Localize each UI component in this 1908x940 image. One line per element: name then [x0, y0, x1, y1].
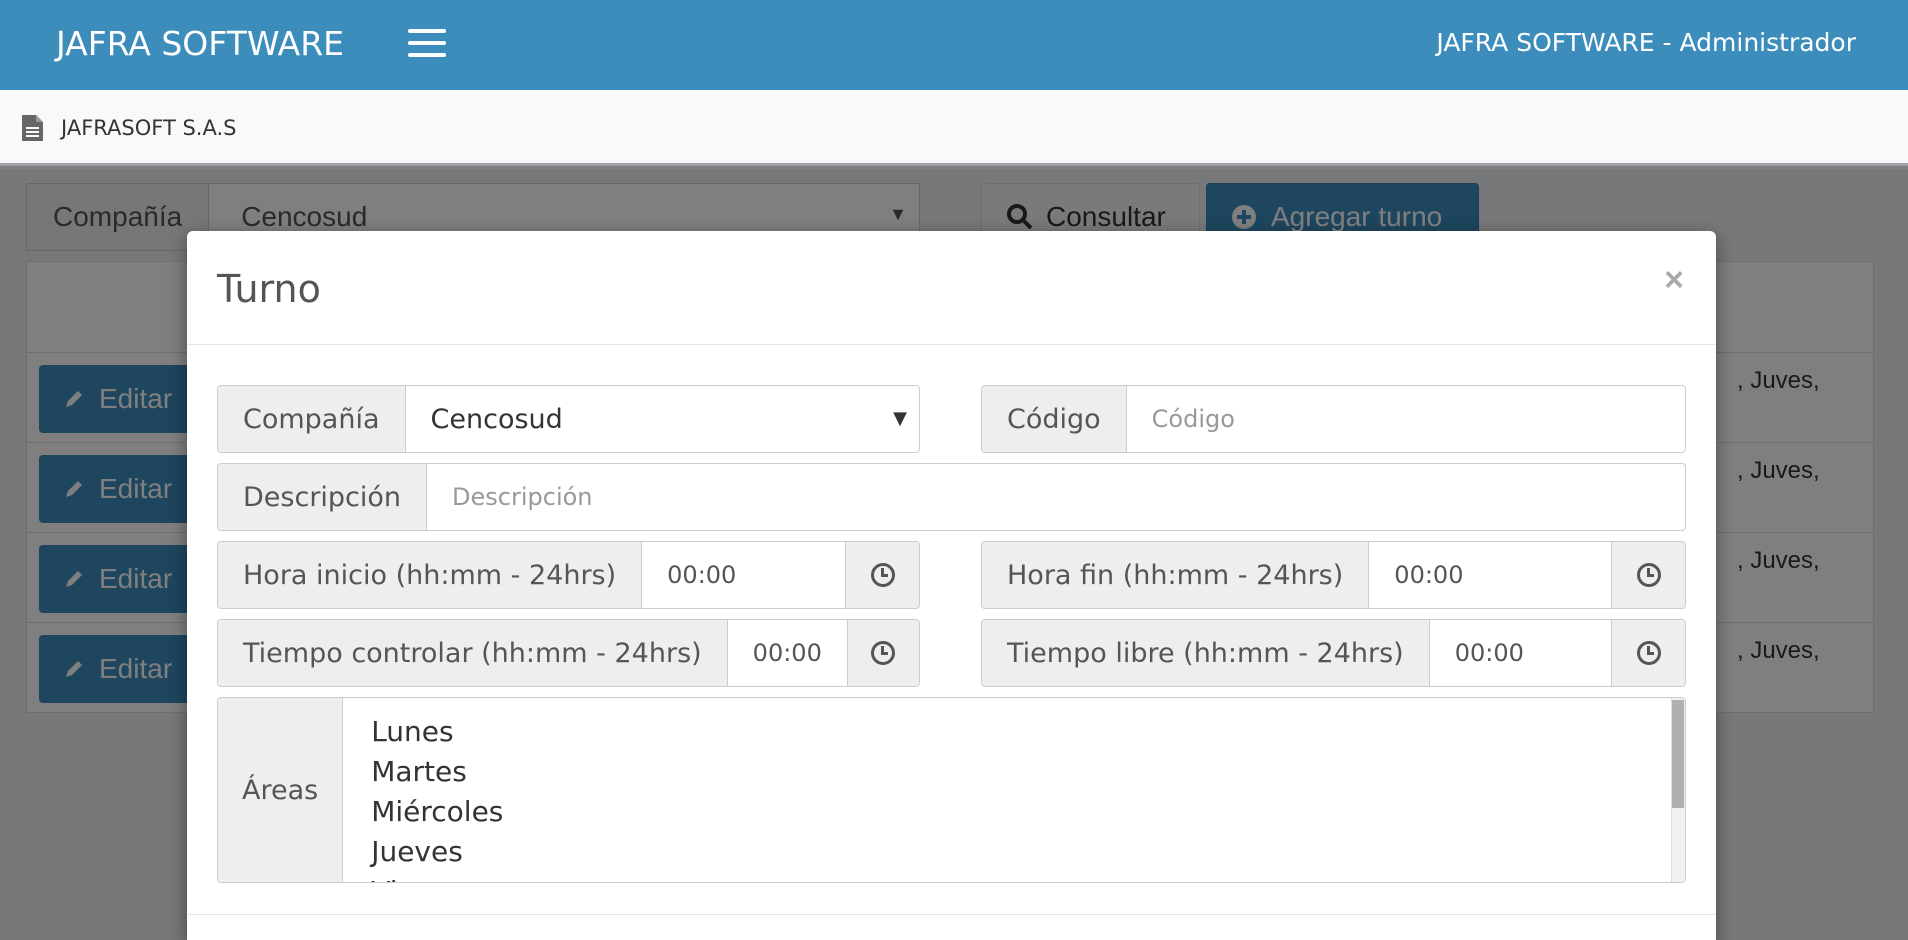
free-time-picker-button[interactable]	[1611, 620, 1685, 686]
clock-icon	[1636, 641, 1661, 665]
company-select-value: Cencosud	[430, 403, 563, 435]
company-name: JAFRASOFT S.A.S	[61, 116, 237, 140]
hamburger-menu-icon[interactable]	[408, 29, 446, 59]
list-item[interactable]: Lunes	[371, 712, 1657, 752]
company-label: Compañía	[218, 386, 406, 452]
chevron-down-icon: ▼	[893, 408, 907, 429]
control-time-input-group: Tiempo controlar (hh:mm - 24hrs) 00:00	[217, 619, 920, 687]
start-time-picker-button[interactable]	[845, 542, 919, 608]
list-item[interactable]: Jueves	[371, 832, 1657, 872]
start-time-input[interactable]: 00:00	[642, 542, 845, 608]
modal-header: Turno ×	[187, 231, 1716, 345]
document-icon	[22, 115, 43, 141]
free-time-input-group: Tiempo libre (hh:mm - 24hrs) 00:00	[981, 619, 1686, 687]
clock-icon	[871, 641, 896, 665]
company-bar: JAFRASOFT S.A.S	[0, 90, 1908, 166]
brand-logo[interactable]: JAFRA SOFTWARE	[56, 24, 344, 63]
areas-label: Áreas	[218, 698, 344, 882]
control-time-input[interactable]: 00:00	[728, 620, 847, 686]
free-time-label: Tiempo libre (hh:mm - 24hrs)	[982, 620, 1430, 686]
areas-input-group: Áreas Lunes Martes Miércoles Jueves Vi..…	[217, 697, 1686, 883]
control-time-label: Tiempo controlar (hh:mm - 24hrs)	[218, 620, 728, 686]
code-input-group: Código Código	[981, 385, 1686, 453]
description-input-group: Descripción Descripción	[217, 463, 1686, 531]
company-select[interactable]: Cencosud ▼	[406, 386, 919, 452]
areas-multiselect[interactable]: Lunes Martes Miércoles Jueves Vi...	[343, 698, 1685, 882]
top-navbar: JAFRA SOFTWARE JAFRA SOFTWARE - Administ…	[0, 0, 1908, 90]
user-info[interactable]: JAFRA SOFTWARE - Administrador	[1436, 28, 1856, 57]
end-time-input-group: Hora fin (hh:mm - 24hrs) 00:00	[981, 541, 1686, 609]
list-item[interactable]: Miércoles	[371, 792, 1657, 832]
company-input-group: Compañía Cencosud ▼	[217, 385, 920, 453]
description-input[interactable]: Descripción	[427, 464, 1685, 530]
code-input[interactable]: Código	[1127, 386, 1685, 452]
scroll-thumb[interactable]	[1672, 700, 1684, 808]
clock-icon	[870, 563, 895, 587]
start-time-label: Hora inicio (hh:mm - 24hrs)	[218, 542, 643, 608]
shift-modal: Turno × Compañía Cencosud ▼ Código Códig…	[187, 231, 1716, 940]
close-icon[interactable]: ×	[1664, 261, 1684, 300]
clock-icon	[1636, 563, 1661, 587]
description-label: Descripción	[218, 464, 428, 530]
end-time-picker-button[interactable]	[1611, 542, 1685, 608]
end-time-input[interactable]: 00:00	[1369, 542, 1611, 608]
start-time-input-group: Hora inicio (hh:mm - 24hrs) 00:00	[217, 541, 920, 609]
modal-title: Turno	[217, 267, 321, 311]
list-item[interactable]: Martes	[371, 752, 1657, 792]
free-time-input[interactable]: 00:00	[1430, 620, 1611, 686]
modal-footer-divider	[187, 914, 1716, 915]
list-item[interactable]: Vi...	[371, 872, 1657, 882]
end-time-label: Hora fin (hh:mm - 24hrs)	[982, 542, 1370, 608]
code-label: Código	[982, 386, 1127, 452]
areas-scrollbar[interactable]	[1671, 698, 1685, 882]
control-time-picker-button[interactable]	[846, 620, 919, 686]
